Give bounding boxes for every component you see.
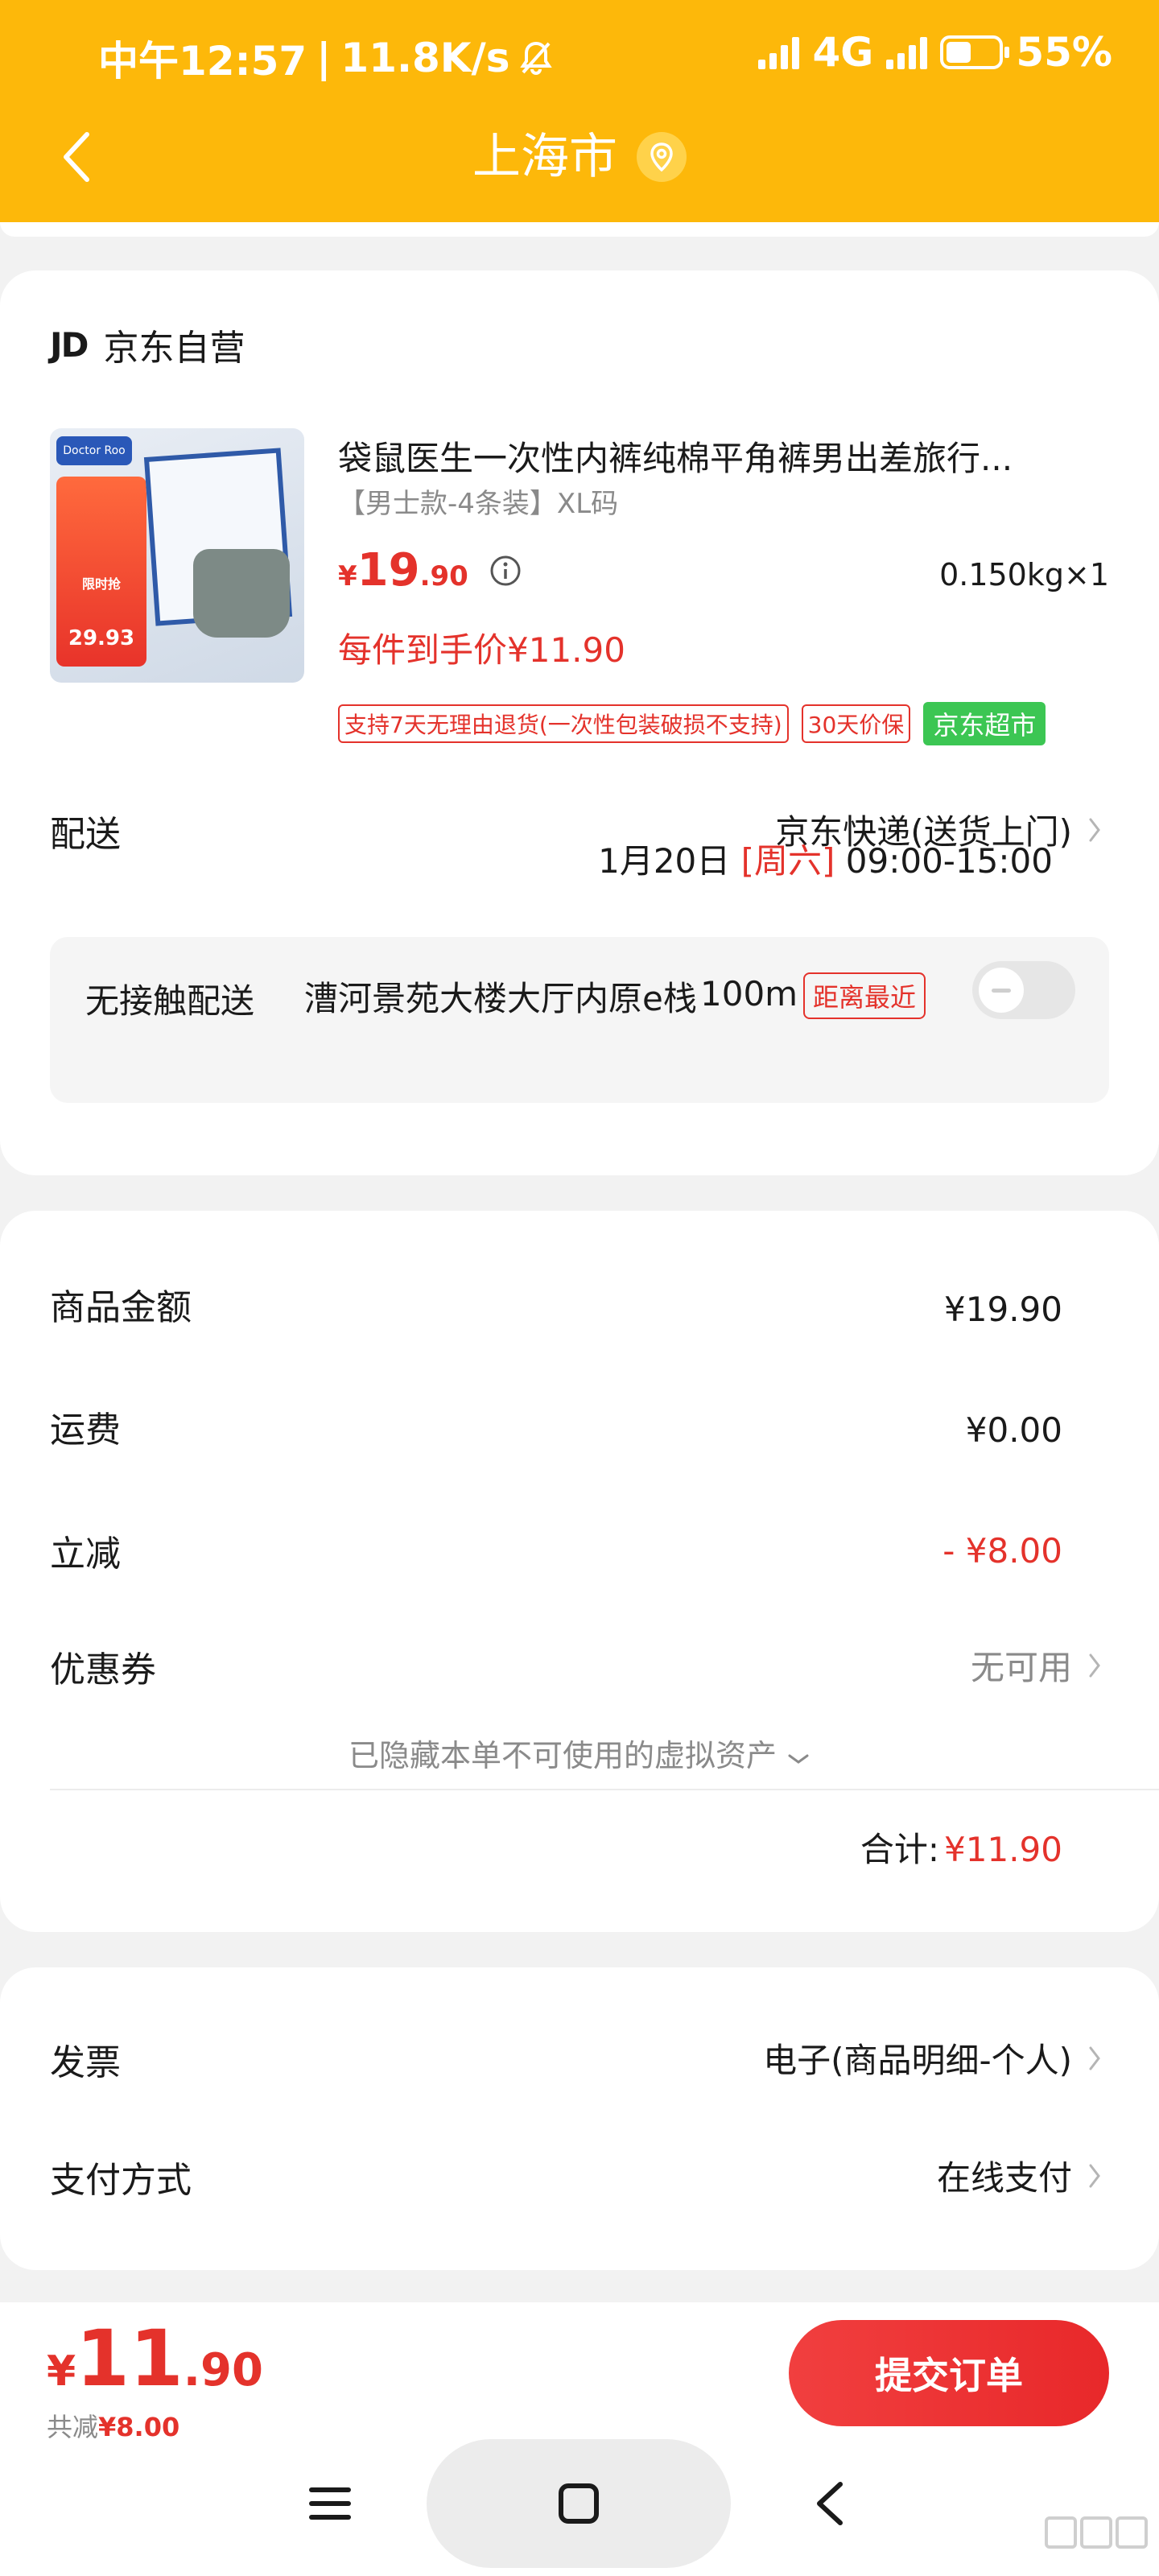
payment-value: 在线支付 (936, 2158, 1072, 2198)
signal-icon (758, 35, 800, 69)
coupon-row[interactable]: 无可用 (971, 1641, 1101, 1690)
product-garment (193, 549, 290, 638)
signal-icon-2 (886, 35, 928, 69)
top-header: 中午12:57 | 11.8K/s 4G 55% 上海市 (0, 0, 1159, 222)
delivery-label: 配送 (50, 814, 121, 855)
coupon-value: 无可用 (970, 1648, 1072, 1687)
delivery-window: 09:00-15:00 (845, 841, 1053, 881)
contactless-toggle[interactable] (972, 961, 1075, 1019)
page-title: 上海市 (0, 121, 1159, 193)
total-value: ¥11.90 (944, 1830, 1062, 1869)
status-net-speed: 11.8K/s (340, 35, 510, 81)
product-image[interactable]: Doctor Roo 限时抢 29.93 (50, 428, 304, 683)
chevron-left-icon (817, 2482, 843, 2525)
submit-order-button[interactable]: 提交订单 (789, 2320, 1109, 2426)
goods-amount-value: ¥19.90 (944, 1290, 1062, 1329)
status-network: 4G (812, 29, 874, 76)
invoice-row[interactable]: 电子(商品明细-个人) (763, 2033, 1101, 2083)
pay-amount: ¥ 11 .90 (47, 2314, 263, 2404)
invoice-payment-card: 发票 电子(商品明细-个人) 支付方式 在线支付 (0, 1967, 1159, 2270)
address-strip (0, 222, 1159, 237)
payment-row[interactable]: 在线支付 (937, 2151, 1101, 2200)
watermark (1045, 2516, 1148, 2549)
nearest-badge: 距离最近 (803, 972, 926, 1019)
order-item-card: JD 京东自营 Doctor Roo 限时抢 29.93 袋鼠医生一次性内裤纯棉… (0, 270, 1159, 1175)
shipping-value: ¥0.00 (965, 1410, 1062, 1450)
shop-header: JD 京东自营 (50, 319, 245, 370)
bell-muted-icon (519, 41, 552, 75)
nav-back-button[interactable] (789, 2439, 869, 2568)
total-label: 合计: (860, 1830, 940, 1869)
amount-summary-card: 商品金额 ¥19.90 运费 ¥0.00 立减 - ¥8.00 优惠券 无可用 … (0, 1211, 1159, 1932)
price-protect-tag: 30天价保 (801, 704, 911, 743)
jd-logo: JD (50, 324, 89, 365)
product-weight: 0.150kg×1 (939, 557, 1109, 592)
chevron-right-icon (1089, 2046, 1100, 2070)
chevron-right-icon (1089, 2164, 1100, 2187)
brand-tag: Doctor Roo (56, 436, 132, 465)
status-right: 4G 55% (758, 29, 1112, 76)
coupon-label: 优惠券 (50, 1649, 156, 1690)
menu-icon (309, 2487, 351, 2520)
total-row: 合计: ¥11.90 (860, 1823, 1062, 1872)
hidden-assets-toggle[interactable]: 已隐藏本单不可使用的虚拟资产 (0, 1731, 1159, 1775)
status-left: 中午12:57 | 11.8K/s (98, 29, 552, 87)
product-spec: 【男士款-4条装】XL码 (338, 488, 619, 520)
product-title[interactable]: 袋鼠医生一次性内裤纯棉平角裤男出差旅行... (338, 431, 1095, 481)
contactless-delivery: 无接触配送 漕河景苑大楼大厅内原e栈 100m 距离最近 (50, 937, 1109, 1103)
recent-apps-button[interactable] (290, 2439, 370, 2568)
info-icon[interactable] (489, 555, 522, 587)
jd-supermarket-tag: 京东超市 (923, 702, 1046, 745)
goods-amount-label: 商品金额 (50, 1287, 192, 1328)
system-nav-bar (0, 2431, 1159, 2576)
delivery-time[interactable]: 1月20日 [周六] 09:00-15:00 (598, 834, 1053, 883)
status-time: 中午12:57 (98, 38, 307, 85)
return-policy-tag: 支持7天无理由退货(一次性包装破损不支持) (338, 704, 789, 743)
city-title[interactable]: 上海市 (472, 121, 617, 193)
pickup-distance: 100m (700, 974, 798, 1013)
status-bar: 中午12:57 | 11.8K/s 4G 55% (0, 0, 1159, 105)
watermark-logo (1045, 2516, 1148, 2549)
delivery-date: 1月20日 (598, 841, 731, 881)
toggle-knob (979, 968, 1024, 1013)
discount-label: 立减 (50, 1534, 121, 1575)
payment-label: 支付方式 (50, 2160, 192, 2201)
discount-value: - ¥8.00 (942, 1531, 1062, 1571)
home-square-icon (559, 2483, 599, 2524)
battery-icon (940, 35, 1010, 69)
chevron-right-icon (1089, 1653, 1100, 1677)
invoice-value: 电子(商品明细-个人) (763, 2041, 1072, 2080)
summary-divider (50, 1789, 1159, 1790)
chevron-right-icon (1089, 818, 1100, 841)
service-tags: 支持7天无理由退货(一次性包装破损不支持) 30天价保 京东超市 (338, 702, 1046, 745)
contactless-label: 无接触配送 (85, 981, 255, 1021)
home-button[interactable] (427, 2439, 731, 2568)
shop-name: 京东自营 (103, 328, 245, 369)
location-pin-icon[interactable] (637, 132, 687, 182)
delivery-day: [周六] (740, 841, 835, 881)
promo-banner: 限时抢 29.93 (56, 477, 146, 667)
status-battery: 55% (1016, 29, 1112, 76)
product-price: ¥ 19 .90 (338, 544, 522, 597)
unit-price: 每件到手价¥11.90 (338, 630, 625, 670)
pickup-address: 漕河景苑大楼大厅内原e栈 (304, 979, 697, 1018)
shipping-label: 运费 (50, 1410, 121, 1451)
invoice-label: 发票 (50, 2042, 121, 2083)
chevron-down-icon (788, 1754, 809, 1764)
